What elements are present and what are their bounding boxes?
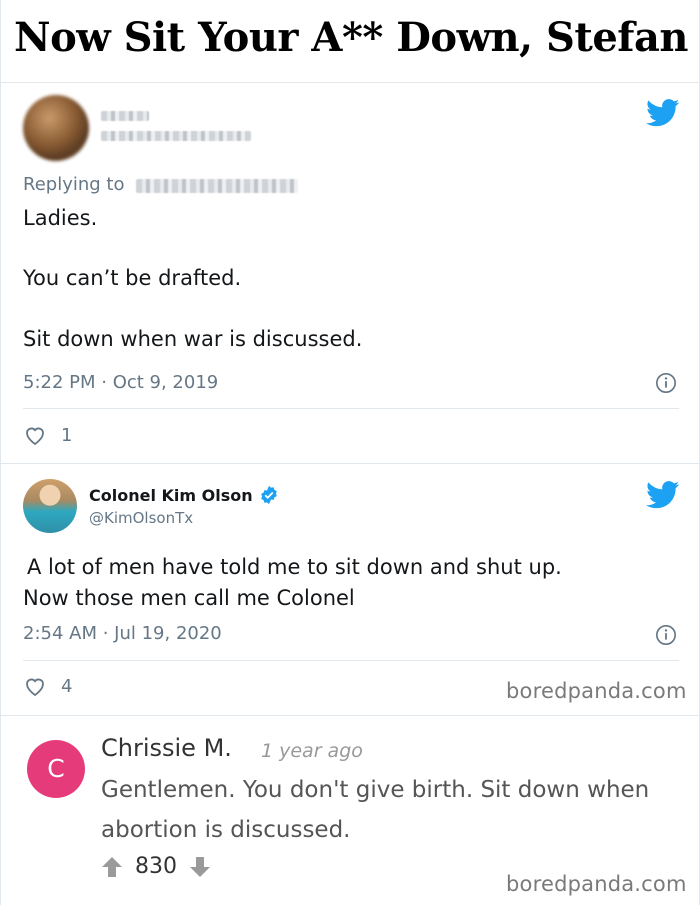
divider: [23, 660, 679, 661]
heart-icon: [26, 678, 44, 697]
watermark: boredpanda.com: [506, 872, 687, 896]
comment-time: 1 year ago: [261, 740, 363, 762]
blurred-handle: [101, 131, 251, 141]
like-button[interactable]: 4: [23, 675, 72, 697]
verified-badge-icon: [260, 485, 277, 505]
comment-card: C Chrissie M. 1 year ago Gentlemen. You …: [1, 716, 700, 905]
like-count: 4: [61, 675, 73, 697]
info-icon[interactable]: [655, 624, 677, 646]
blurred-username: [101, 111, 149, 121]
upvote-arrow-icon[interactable]: [101, 855, 123, 879]
heart-icon: [26, 427, 44, 446]
tweet-timestamp[interactable]: 5:22 PM · Oct 9, 2019: [23, 372, 218, 393]
tweet-card-2: Colonel Kim Olson @KimOlsonTx A lot of m…: [1, 463, 700, 716]
tweet-text-line: A lot of men have told me to sit down an…: [27, 555, 562, 579]
info-icon[interactable]: [655, 372, 677, 394]
blurred-reply-target[interactable]: [136, 179, 298, 193]
page-title: Now Sit Your A** Down, Stefan: [14, 14, 688, 61]
author-name[interactable]: Colonel Kim Olson: [89, 485, 279, 505]
replying-to-label: Replying to: [23, 174, 125, 195]
comment-text: Gentlemen. You don't give birth. Sit dow…: [101, 777, 650, 843]
author-name-text: Colonel Kim Olson: [89, 485, 253, 505]
blurred-avatar: [23, 95, 89, 161]
avatar[interactable]: [23, 479, 77, 533]
tweet-text-line: Now those men call me Colonel: [23, 586, 355, 610]
watermark: boredpanda.com: [506, 679, 687, 703]
divider: [23, 408, 679, 409]
like-button[interactable]: 1: [23, 424, 72, 446]
tweet-text-line: Sit down when war is discussed.: [23, 327, 363, 351]
vote-controls: 830: [101, 854, 211, 879]
like-count: 1: [61, 424, 73, 446]
twitter-bird-icon[interactable]: [646, 481, 680, 509]
tweet-text-line: Ladies.: [23, 206, 98, 230]
meme-frame: Now Sit Your A** Down, Stefan Replying t…: [0, 0, 700, 905]
vote-count: 830: [135, 854, 177, 879]
tweet-timestamp[interactable]: 2:54 AM · Jul 19, 2020: [23, 623, 222, 644]
tweet-text-line: You can’t be drafted.: [23, 266, 242, 290]
downvote-arrow-icon[interactable]: [189, 855, 211, 879]
title-bar: Now Sit Your A** Down, Stefan: [1, 0, 700, 83]
comment-author[interactable]: Chrissie M.: [101, 734, 232, 762]
twitter-bird-icon[interactable]: [646, 99, 680, 127]
comment-avatar[interactable]: C: [27, 740, 85, 798]
author-handle[interactable]: @KimOlsonTx: [89, 509, 193, 527]
tweet-card-1: Replying to Ladies. You can’t be drafted…: [1, 83, 700, 464]
